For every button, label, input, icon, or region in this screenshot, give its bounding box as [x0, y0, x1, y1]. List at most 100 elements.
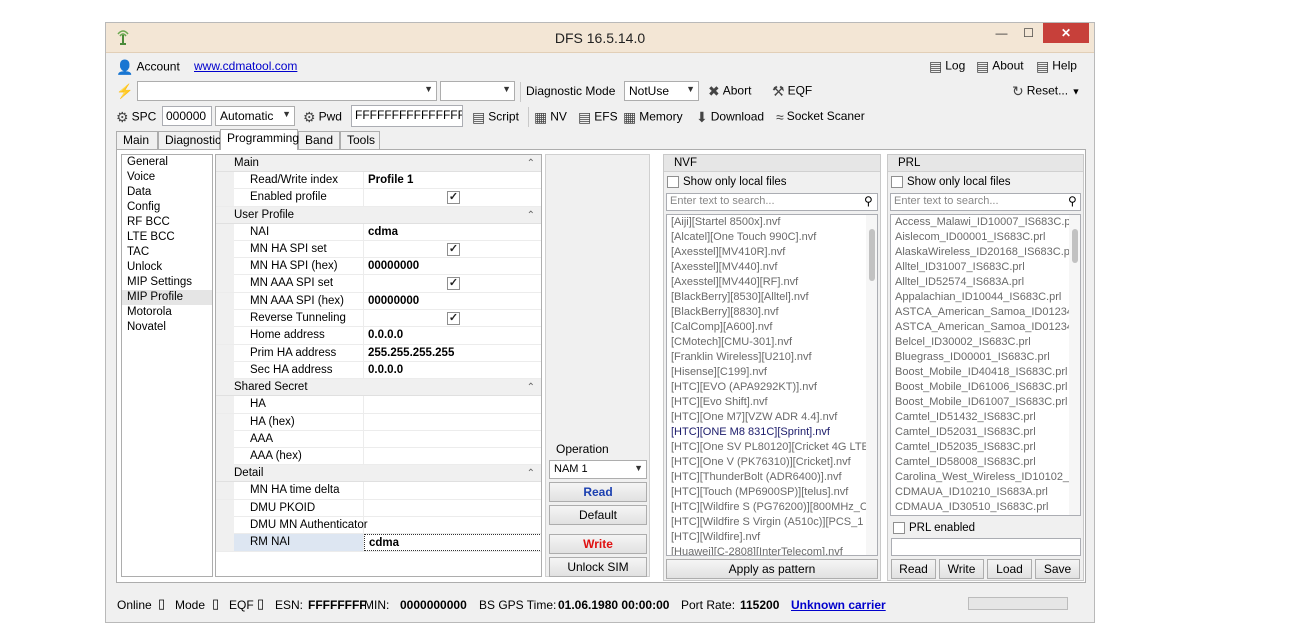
- list-item[interactable]: Config: [122, 200, 212, 215]
- file-item[interactable]: [Axesstel][MV440].nvf: [667, 260, 877, 275]
- property-value[interactable]: 0.0.0.0: [364, 362, 541, 379]
- file-item[interactable]: Carolina_West_Wireless_ID10102_: [891, 470, 1080, 485]
- property-value[interactable]: 0.0.0.0: [364, 327, 541, 344]
- scrollbar-thumb[interactable]: [1072, 229, 1078, 263]
- file-item[interactable]: [Axesstel][MV410R].nvf: [667, 245, 877, 260]
- scrollbar-thumb[interactable]: [869, 229, 875, 281]
- property-row[interactable]: HA: [216, 396, 541, 414]
- file-item[interactable]: [Axesstel][MV440][RF].nvf: [667, 275, 877, 290]
- file-item[interactable]: [HTC][ONE M8 831C][Sprint].nvf: [667, 425, 877, 440]
- file-item[interactable]: ASTCA_American_Samoa_ID01234: [891, 320, 1080, 335]
- file-item[interactable]: AlaskaWireless_ID20168_IS683C.p: [891, 245, 1080, 260]
- list-item[interactable]: Voice: [122, 170, 212, 185]
- property-row[interactable]: MN HA SPI (hex) 00000000: [216, 258, 541, 276]
- nvf-file-list[interactable]: [Aiji][Startel 8500x].nvf [Alcatel][One T…: [666, 214, 878, 556]
- write-button[interactable]: Write: [549, 534, 647, 554]
- prl-load-button[interactable]: Load: [987, 559, 1032, 579]
- read-button[interactable]: Read: [549, 482, 647, 502]
- file-item[interactable]: [Huawei][C-2808][InterTelecom].nvf: [667, 545, 877, 555]
- file-item[interactable]: [HTC][Wildfire].nvf: [667, 530, 877, 545]
- file-item[interactable]: Boost_Mobile_ID61007_IS683C.prl: [891, 395, 1080, 410]
- mnaaa-spi-checkbox[interactable]: ✓: [447, 277, 460, 291]
- tab-diagnostic[interactable]: Diagnostic: [158, 131, 221, 149]
- list-item[interactable]: Novatel: [122, 320, 212, 335]
- file-item[interactable]: Alltel_ID52574_IS683A.prl: [891, 275, 1080, 290]
- plug-icon[interactable]: ⚡: [116, 83, 133, 100]
- property-value[interactable]: [364, 431, 541, 448]
- spc-mode-select[interactable]: Automatic ▼: [215, 106, 295, 126]
- list-item[interactable]: LTE BCC: [122, 230, 212, 245]
- file-item[interactable]: [HTC][ThunderBolt (ADR6400)].nvf: [667, 470, 877, 485]
- file-item[interactable]: [BlackBerry][8830].nvf: [667, 305, 877, 320]
- property-value[interactable]: [364, 396, 541, 413]
- property-row[interactable]: MN AAA SPI set ✓: [216, 275, 541, 293]
- file-item[interactable]: Alltel_ID31007_IS683C.prl: [891, 260, 1080, 275]
- efs-button[interactable]: ▤ EFS: [578, 109, 618, 126]
- tab-tools[interactable]: Tools: [340, 131, 380, 149]
- file-item[interactable]: [HTC][One SV PL80120][Cricket 4G LTE: [667, 440, 877, 455]
- category-main[interactable]: Main ⌃: [216, 155, 541, 172]
- prl-show-local-checkbox[interactable]: Show only local files: [891, 176, 1011, 188]
- list-item[interactable]: RF BCC: [122, 215, 212, 230]
- unlock-sim-button[interactable]: Unlock SIM: [549, 557, 647, 577]
- file-item[interactable]: [Hisense][C199].nvf: [667, 365, 877, 380]
- property-value[interactable]: [364, 482, 541, 499]
- property-row[interactable]: Home address 0.0.0.0: [216, 327, 541, 345]
- list-item[interactable]: Data: [122, 185, 212, 200]
- checkbox[interactable]: [891, 176, 903, 188]
- checkbox[interactable]: [667, 176, 679, 188]
- download-button[interactable]: ⬇ Download: [696, 109, 764, 126]
- prl-enabled-checkbox[interactable]: PRL enabled: [893, 522, 975, 534]
- property-value[interactable]: [364, 517, 541, 534]
- category-user-profile[interactable]: User Profile ⌃: [216, 206, 541, 224]
- category-detail[interactable]: Detail ⌃: [216, 465, 541, 483]
- tab-band[interactable]: Band: [298, 131, 340, 149]
- account-button[interactable]: 👤 Account: [116, 59, 180, 76]
- website-link[interactable]: www.cdmatool.com: [194, 59, 297, 73]
- property-row[interactable]: Prim HA address 255.255.255.255: [216, 344, 541, 362]
- file-item[interactable]: Access_Malawi_ID10007_IS683C.p: [891, 215, 1080, 230]
- rm-nai-input[interactable]: cdma: [364, 534, 541, 552]
- file-item[interactable]: [HTC][Touch (MP6900SP)][telus].nvf: [667, 485, 877, 500]
- reset-button[interactable]: ↻ Reset... ▼: [1012, 83, 1080, 100]
- list-item[interactable]: TAC: [122, 245, 212, 260]
- file-item[interactable]: Camtel_ID58008_IS683C.prl: [891, 455, 1080, 470]
- mnha-spi-checkbox[interactable]: ✓: [447, 242, 460, 256]
- file-item[interactable]: [HTC][Wildfire S (PG76200)][800MHz_C: [667, 500, 877, 515]
- property-row[interactable]: Sec HA address 0.0.0.0: [216, 361, 541, 380]
- default-button[interactable]: Default: [549, 505, 647, 525]
- list-item[interactable]: MIP Settings: [122, 275, 212, 290]
- reverse-tunneling-checkbox[interactable]: ✓: [447, 312, 460, 326]
- enabled-checkbox[interactable]: ✓: [447, 191, 460, 205]
- property-value[interactable]: 00000000: [364, 258, 541, 275]
- tab-main[interactable]: Main: [116, 131, 158, 149]
- file-item[interactable]: [HTC][Wildfire S Virgin (A510c)][PCS_1: [667, 515, 877, 530]
- carrier-link[interactable]: Unknown carrier: [791, 598, 886, 612]
- property-row[interactable]: Read/Write index Profile 1: [216, 172, 541, 190]
- prl-info-field[interactable]: [891, 538, 1081, 556]
- nam-select[interactable]: NAM 1 ▼: [549, 460, 647, 479]
- file-item[interactable]: Camtel_ID51432_IS683C.prl: [891, 410, 1080, 425]
- list-item-selected[interactable]: MIP Profile: [122, 290, 212, 305]
- property-row[interactable]: MN HA SPI set ✓: [216, 240, 541, 259]
- file-item[interactable]: ASTCA_American_Samoa_ID01234: [891, 305, 1080, 320]
- list-item[interactable]: General: [122, 155, 212, 170]
- prl-write-button[interactable]: Write: [939, 559, 984, 579]
- file-item[interactable]: [Aiji][Startel 8500x].nvf: [667, 215, 877, 230]
- list-item[interactable]: Motorola: [122, 305, 212, 320]
- log-button[interactable]: ▤ Log: [929, 58, 965, 75]
- diagnostic-mode-select[interactable]: NotUse ▼: [624, 81, 699, 101]
- property-value[interactable]: [364, 448, 541, 465]
- nvf-search-input[interactable]: Enter text to search...: [666, 193, 878, 211]
- file-item[interactable]: Boost_Mobile_ID40418_IS683C.prl: [891, 365, 1080, 380]
- apply-pattern-button[interactable]: Apply as pattern: [666, 559, 878, 579]
- property-row[interactable]: MN AAA SPI (hex) 00000000: [216, 292, 541, 311]
- file-item[interactable]: [HTC][Evo Shift].nvf: [667, 395, 877, 410]
- file-item[interactable]: [CMotech][CMU-301].nvf: [667, 335, 877, 350]
- file-item[interactable]: Camtel_ID52031_IS683C.prl: [891, 425, 1080, 440]
- file-item[interactable]: [Franklin Wireless][U210].nvf: [667, 350, 877, 365]
- baud-select[interactable]: ▼: [440, 81, 515, 101]
- property-value[interactable]: 00000000: [364, 293, 541, 310]
- category-list[interactable]: General Voice Data Config RF BCC LTE BCC…: [121, 154, 213, 577]
- property-row[interactable]: AAA: [216, 430, 541, 449]
